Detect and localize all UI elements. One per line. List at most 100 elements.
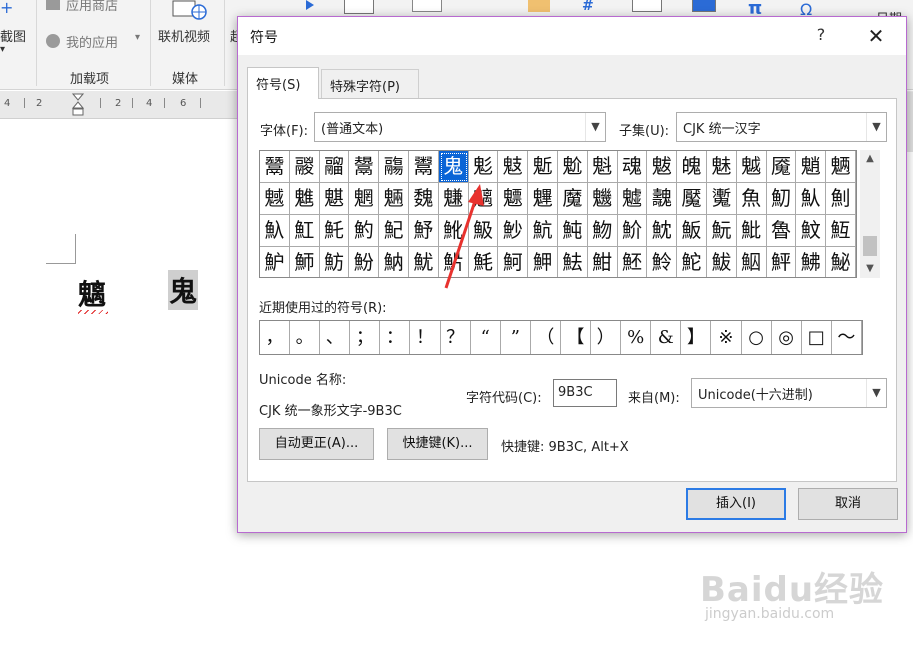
- number-icon[interactable]: #: [582, 0, 594, 14]
- screenshot-icon[interactable]: +: [0, 0, 14, 16]
- symbol-cell[interactable]: 鮄: [796, 247, 827, 277]
- screenshot-dropdown-icon[interactable]: ▾: [0, 44, 5, 55]
- recent-symbol-cell[interactable]: 、: [320, 321, 351, 354]
- symbol-cell[interactable]: 魜: [796, 183, 827, 215]
- symbol-cell[interactable]: 魔: [557, 183, 588, 215]
- symbol-cell[interactable]: 魍: [349, 183, 380, 215]
- image-icon[interactable]: [528, 0, 550, 12]
- symbol-cell[interactable]: 魴: [320, 247, 350, 277]
- symbol-cell[interactable]: 魋: [289, 183, 320, 215]
- symbol-cell[interactable]: 魃: [647, 151, 678, 183]
- my-apps-dropdown-icon[interactable]: ▾: [135, 32, 140, 43]
- symbol-cell[interactable]: 魣: [408, 215, 439, 247]
- my-apps-button[interactable]: 我的应用: [66, 32, 118, 51]
- window-scrollbar[interactable]: [906, 92, 913, 152]
- symbol-cell[interactable]: 鬺: [379, 151, 409, 183]
- symbol-cell[interactable]: 魼: [558, 247, 588, 277]
- indent-marker-icon[interactable]: [71, 93, 85, 121]
- char-code-input[interactable]: 9B3C: [553, 379, 617, 407]
- recent-symbol-cell[interactable]: 】: [681, 321, 712, 354]
- symbol-cell[interactable]: 魉: [826, 151, 856, 183]
- app-store-button[interactable]: 应用商店: [66, 0, 118, 14]
- close-button[interactable]: ✕: [862, 23, 890, 49]
- symbol-cell[interactable]: 魨: [557, 215, 588, 247]
- symbol-cell[interactable]: 魌: [319, 183, 350, 215]
- scroll-down-icon[interactable]: ▼: [860, 260, 880, 278]
- recent-symbol-cell[interactable]: ～: [832, 321, 862, 354]
- symbol-cell[interactable]: 鬾: [498, 151, 529, 183]
- symbol-cell[interactable]: 魞: [260, 215, 290, 247]
- symbol-cell[interactable]: 魪: [617, 215, 648, 247]
- layout-icon[interactable]: [692, 0, 716, 12]
- header-icon[interactable]: [344, 0, 374, 14]
- symbol-cell[interactable]: 魂: [617, 151, 648, 183]
- symbol-cell[interactable]: 魆: [736, 151, 767, 183]
- symbol-cell[interactable]: 魀: [557, 151, 588, 183]
- textbox-icon[interactable]: [412, 0, 442, 12]
- symbol-cell[interactable]: 魕: [587, 183, 618, 215]
- dialog-titlebar[interactable]: 符号 ? ✕: [238, 17, 906, 55]
- tab-special-characters[interactable]: 特殊字符(P): [321, 69, 419, 99]
- tab-symbols[interactable]: 符号(S): [247, 67, 319, 99]
- symbol-cell[interactable]: 魖: [617, 183, 648, 215]
- symbol-cell[interactable]: 魄: [677, 151, 707, 183]
- symbol-cell[interactable]: 魏: [408, 183, 439, 215]
- symbol-cell[interactable]: 魅: [706, 151, 737, 183]
- recent-symbol-cell[interactable]: （: [531, 321, 561, 354]
- recent-symbol-cell[interactable]: ：: [380, 321, 411, 354]
- symbol-cell[interactable]: 魶: [379, 247, 409, 277]
- online-video-button[interactable]: 联机视频: [158, 26, 210, 45]
- flag-icon[interactable]: [306, 0, 318, 10]
- recent-symbol-cell[interactable]: ！: [410, 321, 441, 354]
- symbol-cell[interactable]: 魊: [260, 183, 290, 215]
- chevron-down-icon[interactable]: ▼: [585, 113, 605, 141]
- recent-symbol-cell[interactable]: ※: [711, 321, 742, 354]
- symbol-cell[interactable]: 魵: [349, 247, 380, 277]
- recent-symbols-row[interactable]: ，。、；：！？ “” （【）% &】 ※ ○ ◎ □ ～: [259, 320, 863, 355]
- symbol-cell[interactable]: 魽: [588, 247, 618, 277]
- symbol-cell[interactable]: 魒: [498, 183, 529, 215]
- symbol-grid-scrollbar[interactable]: ▲ ▼: [860, 150, 880, 278]
- symbol-cell[interactable]: 鬻: [408, 151, 439, 183]
- symbol-cell[interactable]: 魩: [587, 215, 618, 247]
- symbol-cell[interactable]: 魠: [319, 215, 350, 247]
- symbol-cell[interactable]: 魰: [796, 215, 827, 247]
- recent-symbol-cell[interactable]: ；: [350, 321, 381, 354]
- recent-symbol-cell[interactable]: ”: [501, 321, 531, 354]
- symbol-cell[interactable]: 魙: [706, 183, 737, 215]
- symbol-cell[interactable]: 魚: [736, 183, 767, 215]
- scroll-up-icon[interactable]: ▲: [860, 150, 880, 168]
- symbol-cell[interactable]: 鮅: [826, 247, 856, 277]
- symbol-cell[interactable]: 魻: [528, 247, 558, 277]
- document-icon[interactable]: [632, 0, 662, 12]
- symbol-cell[interactable]: 鬵: [260, 151, 290, 183]
- subset-select[interactable]: CJK 统一汉字 ▼: [676, 112, 887, 142]
- symbol-cell[interactable]: 魎: [379, 183, 409, 215]
- symbol-cell[interactable]: 魿: [647, 247, 678, 277]
- screenshot-button[interactable]: 截图: [0, 26, 26, 45]
- recent-symbol-cell[interactable]: 。: [290, 321, 321, 354]
- symbol-cell[interactable]: 鮃: [767, 247, 797, 277]
- recent-symbol-cell[interactable]: ○: [742, 321, 772, 354]
- shortcut-key-button[interactable]: 快捷键(K)...: [387, 428, 488, 460]
- scroll-thumb[interactable]: [863, 236, 877, 256]
- symbol-cell[interactable]: 魓: [528, 183, 558, 215]
- symbol-cell[interactable]: 魳: [290, 247, 320, 277]
- recent-symbol-cell[interactable]: ◎: [772, 321, 802, 354]
- symbol-cell[interactable]: 魈: [796, 151, 827, 183]
- symbol-cell[interactable]: 魲: [260, 247, 290, 277]
- chevron-down-icon[interactable]: ▼: [866, 379, 886, 407]
- cancel-button[interactable]: 取消: [798, 488, 898, 520]
- recent-symbol-cell[interactable]: ，: [260, 321, 291, 354]
- symbol-cell[interactable]: 魭: [706, 215, 737, 247]
- autocorrect-button[interactable]: 自动更正(A)...: [259, 428, 374, 460]
- symbol-cell[interactable]: 魷: [409, 247, 439, 277]
- help-button[interactable]: ?: [810, 25, 832, 47]
- symbol-cell[interactable]: 魘: [677, 183, 707, 215]
- symbol-cell[interactable]: 魧: [528, 215, 558, 247]
- symbol-cell[interactable]: 魡: [349, 215, 380, 247]
- symbol-cell[interactable]: 魫: [647, 215, 678, 247]
- insert-button[interactable]: 插入(I): [686, 488, 786, 520]
- online-video-icon[interactable]: [172, 0, 208, 20]
- symbol-cell-selected[interactable]: 鬼: [438, 151, 469, 183]
